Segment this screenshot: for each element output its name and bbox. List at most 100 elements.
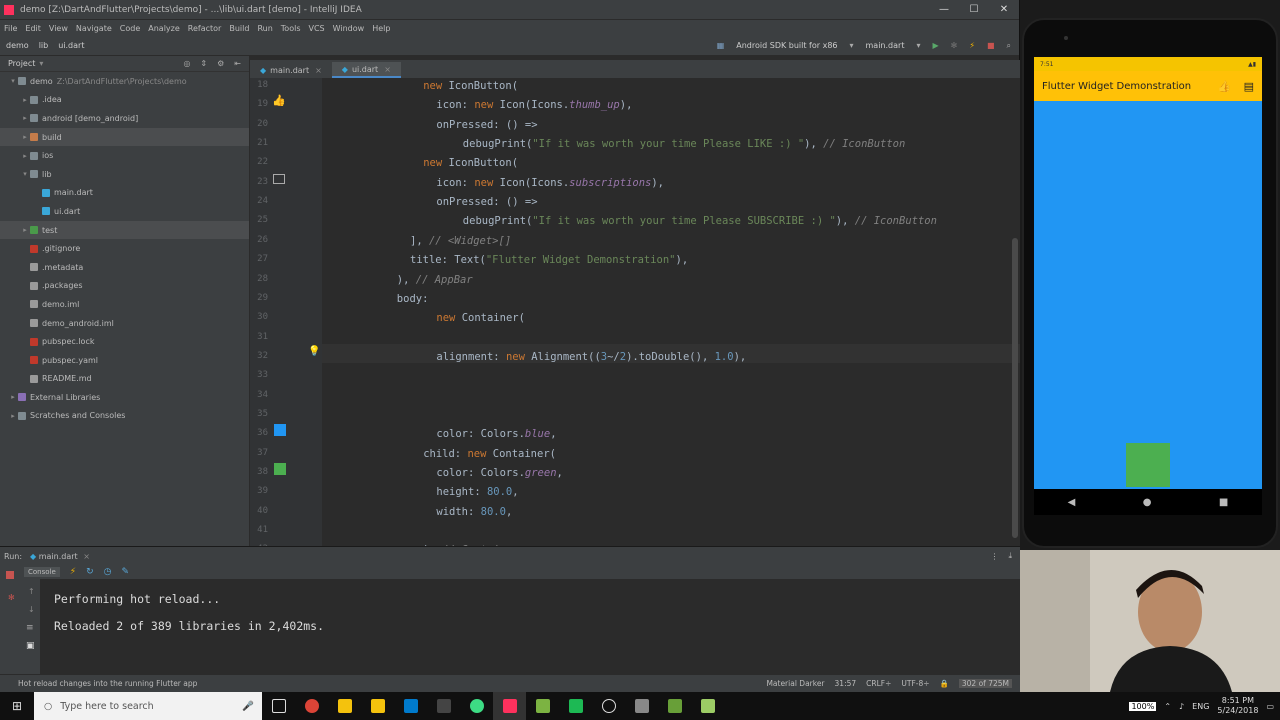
tree-item[interactable]: ▸ test — [0, 220, 249, 240]
notifications-icon[interactable]: ▭ — [1266, 702, 1274, 711]
hide-icon[interactable]: ⇤ — [234, 59, 241, 68]
gear-icon[interactable]: ⋮ — [990, 552, 998, 561]
code-line[interactable]: color: Colors.green, — [436, 467, 562, 479]
code-line[interactable]: onPressed: () => — [436, 119, 537, 131]
code-line[interactable]: new Container( — [436, 312, 525, 324]
tree-item[interactable]: demo.iml — [0, 295, 249, 314]
file-explorer-icon[interactable] — [328, 692, 361, 720]
cursor-position[interactable]: 31:57 — [835, 679, 857, 688]
tree-item[interactable]: main.dart — [0, 184, 249, 203]
chevron-icon[interactable]: ▾ — [20, 170, 30, 178]
run-tab-main-dart[interactable]: ◆ main.dart × — [30, 552, 90, 561]
debug-red-icon[interactable]: ✻ — [8, 593, 15, 602]
tree-item[interactable]: ▸ External Libraries — [0, 388, 249, 407]
chevron-icon[interactable]: ▸ — [20, 133, 30, 141]
taskbar-search[interactable]: ○ Type here to search 🎤 — [34, 692, 262, 720]
down-arrow-icon[interactable]: ↓ — [28, 605, 35, 614]
app-icon[interactable] — [658, 692, 691, 720]
menu-file[interactable]: File — [4, 24, 17, 33]
spotify-icon[interactable] — [559, 692, 592, 720]
recents-icon[interactable]: ■ — [1219, 497, 1228, 508]
vscode-icon[interactable] — [394, 692, 427, 720]
tree-item[interactable]: .metadata — [0, 258, 249, 277]
breadcrumb-project[interactable]: demo — [6, 41, 29, 50]
menu-edit[interactable]: Edit — [25, 24, 41, 33]
tab-ui-dart[interactable]: ◆ ui.dart × — [331, 62, 401, 78]
code-line[interactable]: icon: new Icon(Icons.thumb_up), — [436, 99, 632, 111]
collapse-icon[interactable]: ⇕ — [200, 59, 207, 68]
code-line[interactable]: new IconButton( — [423, 80, 518, 92]
app-icon[interactable] — [691, 692, 724, 720]
android-icon[interactable] — [460, 692, 493, 720]
chevron-icon[interactable]: ▸ — [20, 114, 30, 122]
timer-icon[interactable]: ◷ — [104, 567, 112, 577]
debug-icon[interactable]: ✻ — [951, 41, 958, 50]
code-line[interactable]: child: new Container( — [423, 448, 556, 460]
app-icon[interactable] — [427, 692, 460, 720]
close-icon[interactable]: × — [384, 65, 391, 74]
menu-window[interactable]: Window — [333, 24, 365, 33]
code-line[interactable]: title: Text("Flutter Widget Demonstratio… — [410, 254, 688, 266]
menu-refactor[interactable]: Refactor — [188, 24, 222, 33]
volume-icon[interactable]: ♪ — [1179, 702, 1184, 711]
tree-item[interactable]: .gitignore — [0, 239, 249, 258]
code-line[interactable]: width: 80.0, — [436, 506, 512, 518]
tree-item[interactable]: ▾ demo Z:\DartAndFlutter\Projects\demo — [0, 72, 249, 91]
console-tab[interactable]: Console — [24, 567, 60, 577]
tree-item[interactable]: demo_android.iml — [0, 314, 249, 333]
chevron-icon[interactable]: ▾ — [8, 77, 18, 85]
app-icon[interactable] — [625, 692, 658, 720]
gear-icon[interactable]: ⚙ — [217, 59, 224, 68]
menu-tools[interactable]: Tools — [281, 24, 301, 33]
battery-indicator[interactable]: 100% — [1129, 701, 1157, 711]
code-line[interactable]: color: Colors.blue, — [436, 428, 556, 440]
close-icon[interactable]: × — [315, 66, 322, 75]
emulator-screen[interactable]: 7:51 ▲▮ Flutter Widget Demonstration 👍 ▤ — [1034, 57, 1262, 489]
chevron-icon[interactable]: ▸ — [8, 412, 18, 420]
tree-item[interactable]: ▸ .idea — [0, 91, 249, 110]
chevron-icon[interactable]: ▸ — [20, 96, 30, 104]
tree-item[interactable]: ▸ ios — [0, 146, 249, 165]
lock-icon[interactable]: 🔒 — [940, 679, 949, 688]
code-line[interactable]: alignment: new Alignment((3~/2).toDouble… — [436, 351, 746, 363]
menu-analyze[interactable]: Analyze — [148, 24, 180, 33]
editor-scrollbar[interactable] — [1012, 238, 1018, 538]
chevron-icon[interactable]: ▸ — [8, 393, 18, 401]
theme-indicator[interactable]: Material Darker — [766, 679, 824, 688]
code-line[interactable]: icon: new Icon(Icons.subscriptions), — [436, 177, 664, 189]
minimize-button[interactable]: — — [929, 4, 959, 15]
memory-indicator[interactable]: 302 of 725M — [958, 679, 1012, 688]
tree-item[interactable]: ▸ android [demo_android] — [0, 109, 249, 128]
code-line[interactable]: debugPrint("If it was worth your time Pl… — [463, 215, 937, 227]
breadcrumb-lib[interactable]: lib — [39, 41, 49, 50]
device-manager-icon[interactable]: ▦ — [717, 41, 725, 50]
tree-item[interactable]: ▸ build — [0, 127, 249, 147]
menu-vcs[interactable]: VCS — [309, 24, 325, 33]
soft-wrap-icon[interactable]: ≡ — [26, 623, 34, 633]
tree-item[interactable]: ▾ lib — [0, 165, 249, 184]
line-separator[interactable]: CRLF÷ — [866, 679, 891, 688]
microphone-icon[interactable]: 🎤 — [242, 701, 254, 712]
breadcrumb-file[interactable]: ui.dart — [58, 41, 84, 50]
back-icon[interactable]: ◀ — [1068, 497, 1076, 508]
start-button[interactable]: ⊞ — [0, 692, 34, 720]
home-icon[interactable]: ● — [1143, 497, 1152, 508]
close-icon[interactable]: × — [83, 552, 90, 561]
code-line[interactable]: onPressed: () => — [436, 196, 537, 208]
print-icon[interactable]: ▣ — [26, 641, 35, 651]
menu-run[interactable]: Run — [257, 24, 272, 33]
device-selector[interactable]: Android SDK built for x86 — [736, 41, 837, 50]
menu-build[interactable]: Build — [229, 24, 249, 33]
lightbulb-icon[interactable]: 💡 — [308, 346, 320, 357]
clock[interactable]: 8:51 PM 5/24/2018 — [1217, 696, 1258, 716]
menu-view[interactable]: View — [49, 24, 68, 33]
stop-icon[interactable]: ■ — [987, 41, 995, 50]
maximize-button[interactable]: ☐ — [959, 4, 989, 15]
menu-help[interactable]: Help — [372, 24, 390, 33]
project-panel-title[interactable]: Project — [8, 59, 35, 68]
locate-icon[interactable]: ◎ — [183, 59, 190, 68]
search-icon[interactable]: ⌕ — [1007, 41, 1011, 51]
tree-item[interactable]: pubspec.yaml — [0, 351, 249, 370]
subscriptions-icon[interactable]: ▤ — [1244, 80, 1254, 93]
emulator-icon[interactable] — [526, 692, 559, 720]
